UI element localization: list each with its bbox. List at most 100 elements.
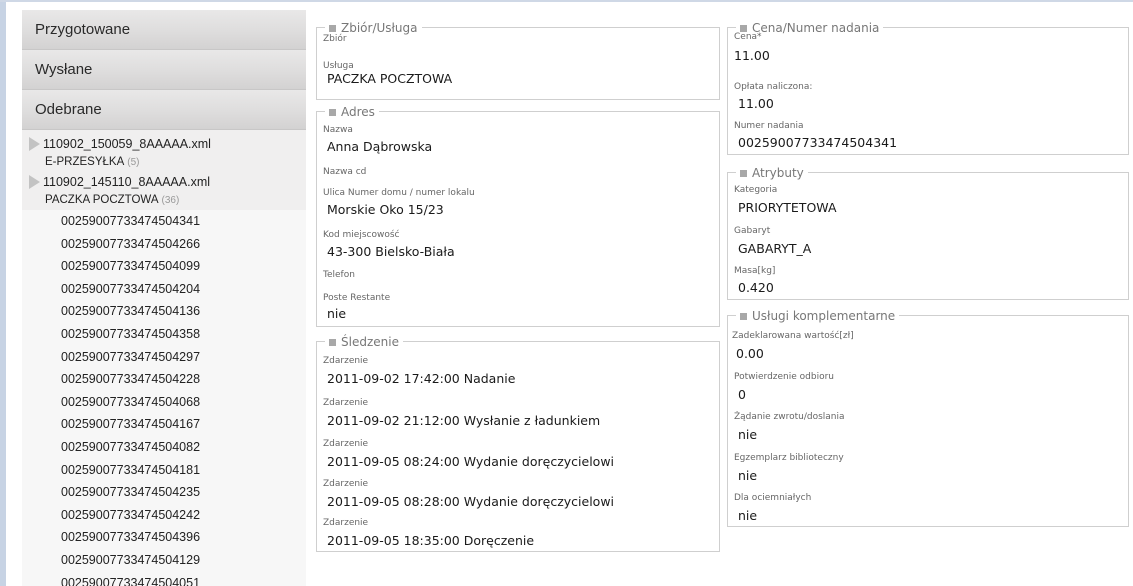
field-usluga: Usługa PACZKA POCZTOWA <box>323 61 452 86</box>
field-value[interactable]: Anna Dąbrowska <box>323 139 432 154</box>
field-telefon: Telefon <box>323 270 355 280</box>
list-item[interactable]: 00259007733474504181 <box>22 459 306 482</box>
field-label: Zdarzenie <box>323 518 369 528</box>
collapse-square-icon[interactable] <box>740 169 747 177</box>
legend-text: Usługi komplementarne <box>752 309 896 323</box>
field-value[interactable]: 0.00 <box>732 346 854 361</box>
field-kategoria: Kategoria PRIORYTETOWA <box>734 185 837 215</box>
field-label: Zdarzenie <box>323 439 369 449</box>
field-ulica: Ulica Numer domu / numer lokalu Morskie … <box>323 188 475 217</box>
field-label: Zadeklarowana wartość[zł] <box>732 331 854 341</box>
list-item[interactable]: 00259007733474504341 <box>22 210 306 233</box>
field-label: Nazwa cd <box>323 167 367 177</box>
tree-file-name: 110902_150059_8AAAAA.xml <box>43 136 211 151</box>
list-item[interactable]: 00259007733474504266 <box>22 233 306 256</box>
field-value[interactable]: PACZKA POCZTOWA <box>323 71 452 86</box>
legend-adres: Adres <box>325 104 379 120</box>
list-item[interactable]: 00259007733474504099 <box>22 255 306 278</box>
field-dla-ociemnialych: Dla ociemniałych nie <box>734 493 811 523</box>
field-label: Kategoria <box>734 185 778 195</box>
field-label: Gabaryt <box>734 226 771 236</box>
tracking-event: Zdarzenie 2011-09-02 17:42:00 Nadanie <box>323 356 515 386</box>
list-item[interactable]: 00259007733474504051 <box>22 572 306 586</box>
field-label: Nazwa <box>323 125 353 135</box>
list-item[interactable]: 00259007733474504358 <box>22 323 306 346</box>
window-border <box>0 0 6 586</box>
expand-triangle-icon[interactable] <box>29 174 40 189</box>
field-masa: Masa[kg] 0.420 <box>734 266 775 295</box>
field-value[interactable]: 43-300 Bielsko-Biała <box>323 244 455 259</box>
field-label: Dla ociemniałych <box>734 493 812 503</box>
legend-atrybuty: Atrybuty <box>736 165 808 181</box>
field-label: Numer nadania <box>734 121 804 131</box>
field-label: Usługa <box>323 61 354 71</box>
tree-category-e-przesylka[interactable]: E-PRZESYŁKA (5) <box>22 153 306 172</box>
field-value[interactable]: 2011-09-05 08:28:00 Wydanie doręczycielo… <box>323 494 614 509</box>
field-value[interactable]: 2011-09-05 18:35:00 Doręczenie <box>323 533 534 548</box>
list-item[interactable]: 00259007733474504228 <box>22 368 306 391</box>
field-value[interactable]: GABARYT_A <box>734 241 811 256</box>
field-label: Zbiór <box>323 34 347 44</box>
field-value[interactable]: 0.420 <box>734 280 775 295</box>
field-cena: Cena* 11.00 <box>734 32 770 63</box>
field-label: Opłata naliczona: <box>734 82 813 92</box>
field-value[interactable]: nie <box>323 306 390 321</box>
section-przygotowane[interactable]: Przygotowane <box>22 10 306 50</box>
legend-text: Śledzenie <box>341 335 399 349</box>
list-item[interactable]: 00259007733474504068 <box>22 391 306 414</box>
list-item[interactable]: 00259007733474504297 <box>22 346 306 369</box>
tree-file-2[interactable]: 110902_145110_8AAAAA.xml <box>22 172 306 191</box>
expand-triangle-icon[interactable] <box>29 136 40 151</box>
field-gabaryt: Gabaryt GABARYT_A <box>734 226 811 256</box>
field-label: Żądanie zwrotu/doslania <box>734 412 845 422</box>
field-numer-nadania: Numer nadania 00259007733474504341 <box>734 121 897 150</box>
field-value[interactable]: Morskie Oko 15/23 <box>323 202 475 217</box>
tracking-event: Zdarzenie 2011-09-02 21:12:00 Wysłanie z… <box>323 398 600 428</box>
field-value[interactable]: 2011-09-02 17:42:00 Nadanie <box>323 371 515 386</box>
list-item[interactable]: 00259007733474504204 <box>22 278 306 301</box>
field-value[interactable]: 2011-09-02 21:12:00 Wysłanie z ładunkiem <box>323 413 600 428</box>
legend-uslugi: Usługi komplementarne <box>736 308 900 324</box>
field-value[interactable]: PRIORYTETOWA <box>734 200 837 215</box>
list-item[interactable]: 00259007733474504082 <box>22 436 306 459</box>
field-nazwa-cd: Nazwa cd <box>323 167 366 177</box>
field-kod-miejscowosc: Kod miejscowość 43-300 Bielsko-Biała <box>323 230 455 259</box>
list-item[interactable]: 00259007733474504235 <box>22 481 306 504</box>
field-value[interactable]: nie <box>734 508 811 523</box>
section-odebrane[interactable]: Odebrane <box>22 90 306 130</box>
list-item[interactable]: 00259007733474504136 <box>22 300 306 323</box>
field-value[interactable]: 11.00 <box>734 48 770 63</box>
field-label: Ulica Numer domu / numer lokalu <box>323 188 475 198</box>
list-item[interactable]: 00259007733474504242 <box>22 504 306 527</box>
field-label: Zdarzenie <box>323 398 369 408</box>
legend-text: Adres <box>341 105 375 119</box>
field-label: Masa[kg] <box>734 266 776 276</box>
field-value[interactable]: 2011-09-05 08:24:00 Wydanie doręczycielo… <box>323 454 614 469</box>
field-label: Egzemplarz biblioteczny <box>734 453 844 463</box>
field-potwierdzenie-odbioru: Potwierdzenie odbioru 0 <box>734 372 834 402</box>
tree-category-paczka-pocztowa[interactable]: PACZKA POCZTOWA (36) <box>22 191 306 210</box>
fieldset-atrybuty: Atrybuty Kategoria PRIORYTETOWA Gabaryt … <box>727 165 1129 300</box>
fieldset-sledzenie: Śledzenie Zdarzenie 2011-09-02 17:42:00 … <box>316 334 720 552</box>
list-item[interactable]: 00259007733474504129 <box>22 549 306 572</box>
legend-sledzenie: Śledzenie <box>325 334 403 350</box>
section-wyslane[interactable]: Wysłane <box>22 50 306 90</box>
collapse-square-icon[interactable] <box>329 108 336 116</box>
legend-text: Zbiór/Usługa <box>341 21 418 35</box>
field-label: Zdarzenie <box>323 479 369 489</box>
list-item[interactable]: 00259007733474504396 <box>22 526 306 549</box>
field-value[interactable]: 0 <box>734 387 834 402</box>
collapse-square-icon[interactable] <box>740 312 747 320</box>
window-top-border <box>0 0 1133 2</box>
tracking-number-list: 00259007733474504341 0025900773347450426… <box>22 210 306 586</box>
collapse-square-icon[interactable] <box>329 24 336 32</box>
field-value[interactable]: nie <box>734 427 845 442</box>
list-item[interactable]: 00259007733474504167 <box>22 413 306 436</box>
field-value[interactable]: nie <box>734 468 844 483</box>
field-value[interactable]: 11.00 <box>734 96 812 111</box>
collapse-square-icon[interactable] <box>740 24 747 32</box>
fieldset-cena-numer: Cena/Numer nadania Cena* 11.00 Opłata na… <box>727 20 1129 155</box>
field-value[interactable]: 00259007733474504341 <box>734 135 897 150</box>
collapse-square-icon[interactable] <box>329 338 336 346</box>
tree-file-1[interactable]: 110902_150059_8AAAAA.xml <box>22 134 306 153</box>
